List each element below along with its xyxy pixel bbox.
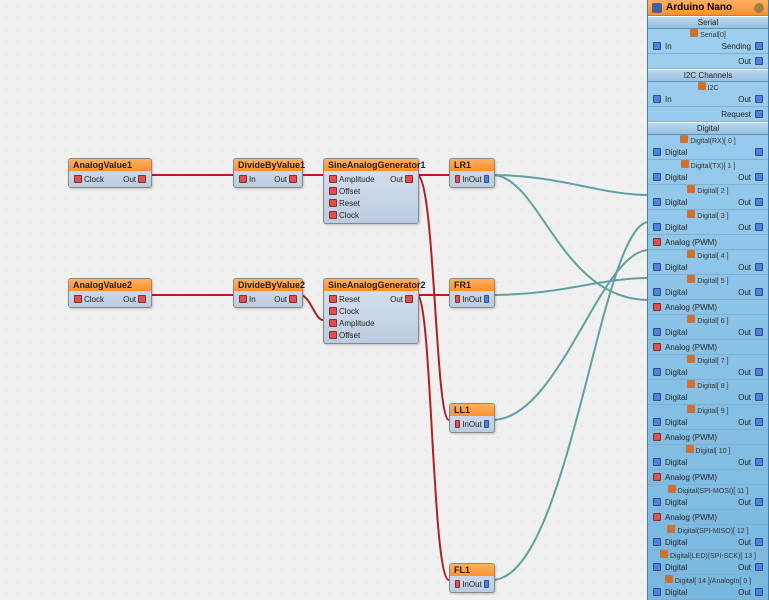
port-out: Out [123,295,136,304]
digital-row[interactable]: DigitalOut [648,260,768,275]
digital-label: Digital[ 5 ] [648,275,768,285]
digital-row[interactable]: DigitalOut [648,560,768,575]
i2c-header: I2C Channels [648,69,768,82]
port-in: In [462,295,469,304]
port-out: Out [469,295,482,304]
digital-row[interactable]: DigitalOut [648,365,768,380]
node-title: DivideByValue1 [234,159,302,171]
node-title: SineAnalogGenerator2 [324,279,418,291]
digital-row[interactable]: DigitalOut [648,390,768,405]
port-out: Out [274,295,287,304]
port-reset: Reset [339,199,360,208]
digital-label: Digital(TX)[ 1 ] [648,160,768,170]
digital-label: Digital[ 6 ] [648,315,768,325]
node-title: LL1 [450,404,494,416]
port-out: Out [469,580,482,589]
node-dividebyvalue2[interactable]: DivideByValue2 In Out [233,278,303,308]
serial-header: Serial [648,16,768,29]
node-lr1[interactable]: LR1 InOut [449,158,495,188]
node-ll1[interactable]: LL1 InOut [449,403,495,433]
node-fr1[interactable]: FR1 InOut [449,278,495,308]
serial-row2[interactable]: Out [648,54,768,69]
analog-pwm-row[interactable]: Analog (PWM) [648,470,768,485]
digital-label: Digital(LED)(SPI-SCK)[ 13 ] [648,550,768,560]
port-out: Out [123,175,136,184]
i2c-row2[interactable]: Request [648,107,768,122]
port-out: Out [274,175,287,184]
node-title: LR1 [450,159,494,171]
node-sinegen1[interactable]: SineAnalogGenerator1 Amplitude Out Offset… [323,158,419,224]
gear-icon[interactable] [754,3,764,13]
digital-row[interactable]: DigitalOut [648,455,768,470]
digital-row[interactable]: DigitalOut [648,195,768,210]
port-amplitude: Amplitude [339,319,375,328]
analog-pwm-row[interactable]: Analog (PWM) [648,235,768,250]
node-title: FR1 [450,279,494,291]
digital-row[interactable]: DigitalOut [648,325,768,340]
digital-label: Digital[ 3 ] [648,210,768,220]
arduino-title: Arduino Nano [666,2,732,13]
canvas[interactable]: AnalogValue1 Clock Out AnalogValue2 Clock… [0,0,769,600]
digital-label: Digital[ 9 ] [648,405,768,415]
analog-pwm-row[interactable]: Analog (PWM) [648,300,768,315]
node-title: SineAnalogGenerator1 [324,159,418,171]
analog-pwm-row[interactable]: Analog (PWM) [648,510,768,525]
port-in: In [462,580,469,589]
port-reset: Reset [339,295,360,304]
i2c-item: I2C [708,85,719,92]
digital-row[interactable]: DigitalOut [648,495,768,510]
digital-row[interactable]: DigitalOut [648,585,768,600]
digital-label: Digital(SPI-MOSI)[ 11 ] [648,485,768,495]
node-analogvalue1[interactable]: AnalogValue1 Clock Out [68,158,152,188]
port-clock: Clock [84,175,104,184]
analog-pwm-row[interactable]: Analog (PWM) [648,430,768,445]
digital-label: Digital[ 8 ] [648,380,768,390]
digital-row[interactable]: DigitalOut [648,535,768,550]
port-in: In [462,420,469,429]
port-out: Out [469,420,482,429]
port-in: In [249,295,256,304]
port-clock: Clock [339,211,359,220]
i2c-row[interactable]: InOut [648,92,768,107]
port-offset: Offset [339,331,360,340]
digital-label: Digital(SPI-MISO)[ 12 ] [648,525,768,535]
port-out: Out [390,175,403,184]
node-fl1[interactable]: FL1 InOut [449,563,495,593]
port-icon [698,82,706,90]
digital-label: Digital[ 4 ] [648,250,768,260]
analog-pwm-row[interactable]: Analog (PWM) [648,340,768,355]
port-out: Out [390,295,403,304]
node-title: FL1 [450,564,494,576]
digital-row[interactable]: DigitalOut [648,285,768,300]
arduino-title-bar[interactable]: Arduino Nano [648,0,768,16]
serial-item: Serial[0] [700,32,726,39]
digital-header: Digital [648,122,768,135]
digital-label: Digital[ 7 ] [648,355,768,365]
port-amplitude: Amplitude [339,175,375,184]
node-title: AnalogValue1 [69,159,151,171]
port-in: In [462,175,469,184]
port-out: Out [469,175,482,184]
digital-label: Digital[ 10 ] [648,445,768,455]
serial-row[interactable]: InSending [648,39,768,54]
digital-row[interactable]: Digital [648,145,768,160]
digital-row[interactable]: DigitalOut [648,170,768,185]
port-in: In [249,175,256,184]
digital-label: Digital[ 14 ]/AnalogIn[ 0 ] [648,575,768,585]
port-icon [690,29,698,37]
node-analogvalue2[interactable]: AnalogValue2 Clock Out [68,278,152,308]
port-offset: Offset [339,187,360,196]
node-title: AnalogValue2 [69,279,151,291]
node-sinegen2[interactable]: SineAnalogGenerator2 Reset Out Clock Ampl… [323,278,419,344]
port-clock: Clock [84,295,104,304]
arduino-panel[interactable]: Arduino Nano Serial Serial[0] InSending … [647,0,769,600]
digital-row[interactable]: DigitalOut [648,220,768,235]
digital-label: Digital[ 2 ] [648,185,768,195]
chip-icon [652,3,662,13]
node-title: DivideByValue2 [234,279,302,291]
node-dividebyvalue1[interactable]: DivideByValue1 In Out [233,158,303,188]
digital-row[interactable]: DigitalOut [648,415,768,430]
port-clock: Clock [339,307,359,316]
digital-label: Digital(RX)[ 0 ] [648,135,768,145]
